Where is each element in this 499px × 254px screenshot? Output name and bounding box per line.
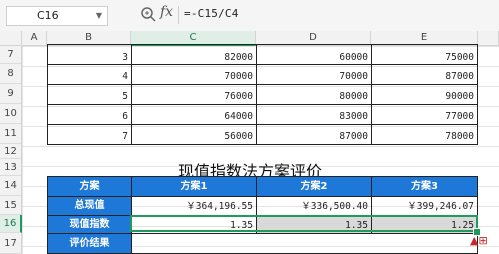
table-header-cell[interactable]: 方案2 [256,176,372,197]
table-cell[interactable]: 5 [47,84,132,105]
chevron-down-icon[interactable]: ▼ [96,7,102,25]
row-header-14[interactable]: 14 [0,176,22,196]
table-cell[interactable]: 56000 [131,124,257,145]
table-cell[interactable]: 64000 [131,104,257,125]
table-cell[interactable]: ￥364,196.55 [131,196,257,216]
column-header-a[interactable]: A [22,31,47,46]
divider [178,6,179,24]
table-cell[interactable]: 76000 [131,84,257,105]
table-cell[interactable]: 80000 [256,84,372,105]
table-header-cell[interactable]: 方案 [47,176,132,197]
table-cell[interactable]: ￥336,500.40 [256,196,372,216]
name-box-value: C16 [37,9,59,22]
row-header-17[interactable]: 17 [0,233,22,254]
table-cell[interactable]: 83000 [256,104,372,125]
quick-fill-options-icon[interactable]: ▲⊞ [470,234,488,247]
table-cell[interactable]: 70000 [131,64,257,85]
table-cell[interactable]: 75000 [371,44,478,65]
row-label-cell[interactable]: 现值指数 [47,215,132,234]
table-cell[interactable]: 90000 [371,84,478,105]
table-cell[interactable]: 6 [47,104,132,125]
table-header-cell[interactable]: 方案3 [371,176,478,197]
row-label-cell[interactable]: 评价结果 [47,233,132,254]
row-header-9[interactable]: 9 [0,84,22,104]
row-header-16[interactable]: 16 [0,215,22,233]
table-cell[interactable]: 7 [47,124,132,145]
row-header-15[interactable]: 15 [0,196,22,215]
select-all-corner[interactable] [0,31,22,46]
result-cell[interactable] [131,233,478,254]
table-cell[interactable]: 82000 [131,44,257,65]
table-cell[interactable]: 4 [47,64,132,85]
formula-bar: C16 ▼ fx =-C15/C4 [0,0,499,32]
table-cell[interactable]: 60000 [256,44,372,65]
formula-input[interactable]: =-C15/C4 [184,7,239,20]
row-header-7[interactable]: 7 [0,46,22,64]
row-header-10[interactable]: 10 [0,104,22,124]
table-cell[interactable]: 78000 [371,124,478,145]
table-cell[interactable]: 87000 [256,124,372,145]
table-cell[interactable]: 87000 [371,64,478,85]
row-header-11[interactable]: 11 [0,124,22,144]
row-header-13[interactable]: 13 [0,159,22,176]
row-header-12[interactable]: 12 [0,144,22,159]
table-cell-selected[interactable]: 1.35 [131,215,257,234]
table-cell[interactable]: 70000 [256,64,372,85]
table-cell[interactable]: ￥399,246.07 [371,196,478,216]
table-header-cell[interactable]: 方案1 [131,176,257,197]
table-cell[interactable]: 1.25 [371,215,478,234]
fx-button[interactable]: fx [160,4,173,20]
column-header-f[interactable] [478,31,499,46]
table-cell[interactable]: 3 [47,44,132,65]
table-cell[interactable]: 77000 [371,104,478,125]
row-header-8[interactable]: 8 [0,64,22,84]
name-box[interactable]: C16 ▼ [6,6,108,26]
zoom-icon[interactable] [140,6,156,22]
row-label-cell[interactable]: 总现值 [47,196,132,216]
table-cell[interactable]: 1.35 [256,215,372,234]
